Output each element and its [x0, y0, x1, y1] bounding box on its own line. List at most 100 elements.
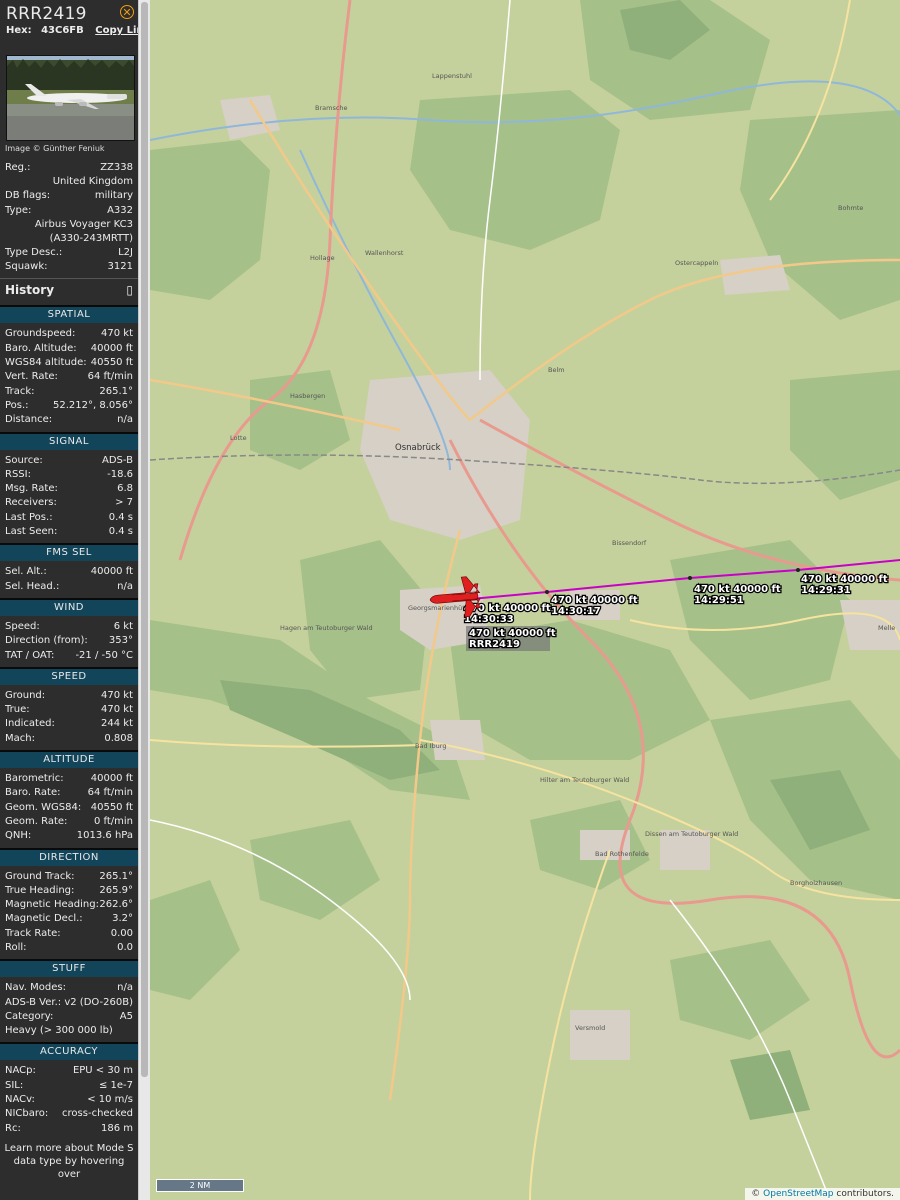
sidebar-scrollbar[interactable]	[138, 0, 150, 1200]
spatial-row: Distance: n/a	[0, 413, 138, 427]
speed-row-value: 470 kt	[101, 689, 133, 701]
stuff-row: Nav. Modes: n/a	[0, 981, 138, 995]
spatial-row-label: Distance:	[5, 414, 53, 426]
direction-row-value: 265.1°	[99, 870, 133, 882]
fms-row-label: Sel. Alt.:	[5, 566, 47, 578]
track-point[interactable]	[545, 590, 549, 594]
hex-label: Hex:	[6, 25, 32, 36]
place-label: Lappenstuhl	[432, 72, 472, 80]
spatial-row-label: Track:	[5, 385, 35, 397]
section-header-altitude: ALTITUDE	[0, 750, 138, 769]
close-icon[interactable]: ✕	[120, 5, 134, 19]
map-canvas[interactable]: Osnabrück Georgsmarienhütte Bad Iburg Hilte…	[150, 0, 900, 1200]
aircraft-label-callsign: RRR2419	[469, 639, 520, 650]
aircraft-photo[interactable]	[6, 55, 135, 141]
copy-link[interactable]: Copy Link	[95, 25, 138, 36]
place-label: Dissen am Teutoburger Wald	[645, 830, 738, 838]
wind-row-value: 353°	[108, 635, 133, 647]
speed-row-label: Indicated:	[5, 718, 55, 730]
direction-row: Magnetic Heading: 262.6°	[0, 898, 138, 912]
map-view[interactable]: Osnabrück Georgsmarienhütte Bad Iburg Hilte…	[150, 0, 900, 1200]
signal-row-value: 0.4 s	[108, 511, 133, 523]
callsign-title: RRR2419	[6, 4, 87, 24]
accuracy-row: NACp: EPU < 30 m	[0, 1064, 138, 1078]
speed-row-label: Ground:	[5, 689, 46, 701]
section-header-wind: WIND	[0, 597, 138, 616]
section-header-direction: DIRECTION	[0, 847, 138, 866]
stuff-row: ADS-B Ver.: v2 (DO-260B)	[0, 996, 138, 1010]
sidebar-header: RRR2419 ✕ Hex: 43C6FB Copy Link	[0, 0, 138, 40]
scrollbar-thumb[interactable]	[141, 2, 148, 1077]
expand-icon: ▯	[126, 283, 133, 298]
direction-row-value: 3.2°	[112, 913, 133, 925]
spatial-row-value: 40550 ft	[90, 357, 133, 369]
place-label: Versmold	[575, 1024, 605, 1032]
place-label: Bramsche	[315, 104, 348, 112]
accuracy-row-label: Rc:	[5, 1122, 21, 1134]
speed-row: True: 470 kt	[0, 703, 138, 717]
accuracy-row-value: cross-checked	[62, 1108, 133, 1120]
direction-row-value: 0.00	[110, 927, 133, 939]
accuracy-row-value: < 10 m/s	[87, 1094, 133, 1106]
direction-row-value: 0.0	[117, 941, 133, 953]
altitude-row-value: 1013.6 hPa	[76, 830, 133, 842]
detail-sections: SPATIAL Groundspeed: 470 kt Baro. Altitude:…	[0, 305, 138, 1135]
spatial-row-value: 470 kt	[101, 328, 133, 340]
spatial-row: Vert. Rate: 64 ft/min	[0, 370, 138, 384]
place-label: Ostercappeln	[675, 259, 718, 267]
info-dbflags: DB flags: military	[5, 190, 133, 202]
stuff-row: Category: A5	[0, 1010, 138, 1024]
osm-link[interactable]: OpenStreetMap	[763, 1189, 833, 1199]
stuff-row-label: Category:	[5, 1010, 54, 1022]
direction-row: Magnetic Decl.: 3.2°	[0, 912, 138, 926]
spatial-row: WGS84 altitude: 40550 ft	[0, 356, 138, 370]
spatial-row-label: Vert. Rate:	[5, 371, 58, 383]
altitude-row: Geom. WGS84: 40550 ft	[0, 801, 138, 815]
signal-row-label: Last Seen:	[5, 526, 58, 538]
place-label: Georgsmarienhütte	[408, 604, 471, 612]
footer-note: Learn more about Mode S data type by hov…	[4, 1142, 134, 1180]
direction-row-value: 265.9°	[99, 884, 133, 896]
track-label-time: 14:29:51	[694, 595, 744, 606]
stuff-row-value: n/a	[117, 982, 133, 994]
aircraft-label-speed-alt: 470 kt 40000 ft	[469, 628, 556, 639]
place-label: Hagen am Teutoburger Wald	[280, 624, 373, 632]
direction-row: Ground Track: 265.1°	[0, 870, 138, 884]
signal-row-label: Receivers:	[5, 497, 57, 509]
info-type: Type: A332	[5, 204, 133, 216]
accuracy-row-label: NACp:	[5, 1065, 36, 1077]
stuff-row-label: Nav. Modes:	[5, 982, 66, 994]
aircraft-info-sidebar: RRR2419 ✕ Hex: 43C6FB Copy Link Image © …	[0, 0, 138, 1200]
history-toggle[interactable]: History ▯	[0, 278, 138, 301]
section-header-accuracy: ACCURACY	[0, 1042, 138, 1061]
section-header-fms: FMS SEL	[0, 543, 138, 562]
direction-row-label: Magnetic Heading:	[5, 899, 99, 911]
info-type-name: Airbus Voyager KC3	[34, 218, 133, 230]
wind-row-label: TAT / OAT:	[5, 649, 55, 661]
track-point[interactable]	[688, 576, 692, 580]
track-label-time: 14:29:31	[801, 585, 851, 596]
info-squawk: Squawk: 3121	[5, 261, 133, 273]
track-point[interactable]	[796, 568, 800, 572]
altitude-row: Barometric: 40000 ft	[0, 772, 138, 786]
altitude-row-label: Geom. Rate:	[5, 815, 68, 827]
accuracy-row-value: 186 m	[100, 1122, 133, 1134]
track-label-time: 14:30:17	[551, 606, 601, 617]
info-reg: Reg.: ZZ338	[5, 162, 133, 173]
signal-row: Last Pos.: 0.4 s	[0, 511, 138, 525]
accuracy-row: NICbaro: cross-checked	[0, 1107, 138, 1121]
spatial-row-value: 64 ft/min	[87, 371, 133, 383]
place-label: Bad Iburg	[415, 742, 446, 750]
altitude-row-label: Geom. WGS84:	[5, 801, 82, 813]
place-label: Bad Rothenfelde	[595, 850, 649, 858]
info-typedesc: Type Desc.: L2J	[5, 246, 133, 258]
accuracy-row: Rc: 186 m	[0, 1122, 138, 1136]
altitude-row-label: Barometric:	[5, 773, 64, 785]
wind-row-value: 6 kt	[113, 620, 133, 632]
accuracy-row-label: NICbaro:	[5, 1108, 49, 1120]
info-type-variant: (A330-243MRTT)	[49, 232, 133, 244]
signal-row-value: ADS-B	[101, 454, 133, 466]
fms-row-label: Sel. Head.:	[5, 580, 60, 592]
place-label: Hilter am Teutoburger Wald	[540, 776, 629, 784]
altitude-row-value: 40000 ft	[90, 773, 133, 785]
